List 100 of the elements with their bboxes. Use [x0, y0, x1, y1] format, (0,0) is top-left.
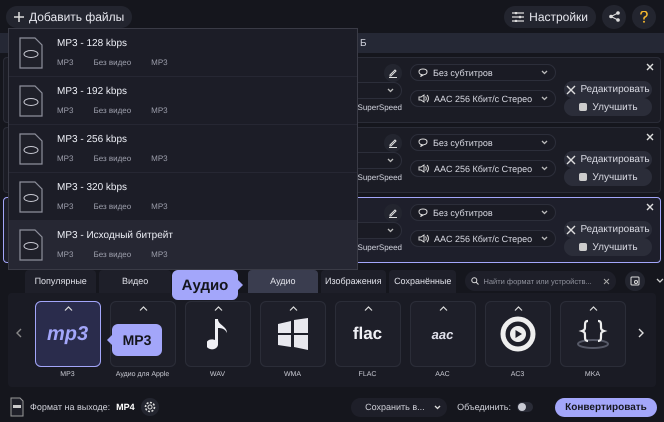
add-files-button[interactable]: Добавить файлы [6, 6, 132, 28]
caret-up-icon [214, 306, 222, 311]
preset-spec: Без видео [93, 250, 132, 259]
format-tab[interactable]: Аудио [248, 270, 318, 292]
chevron-left-icon [16, 328, 22, 338]
clear-icon [603, 278, 610, 284]
preset-spec: Без видео [93, 58, 132, 67]
save-to-select[interactable]: Сохранить в... [351, 398, 448, 416]
rename-button[interactable] [384, 134, 402, 152]
format-tile[interactable] [560, 301, 626, 367]
chevron-down-icon [541, 210, 548, 215]
preset-menu-item[interactable]: MP3 - 256 kbps MP3 Без видео MP3 [9, 125, 357, 173]
chevron-down-icon [387, 228, 394, 233]
chevron-down-icon [541, 70, 548, 75]
settings-button[interactable]: Настройки [504, 6, 596, 28]
chevron-down-icon [541, 236, 548, 241]
close-button[interactable] [644, 201, 656, 213]
close-button[interactable] [644, 131, 656, 143]
rename-button[interactable] [384, 64, 402, 82]
search-icon [471, 277, 480, 285]
file-icon [19, 180, 43, 212]
speech-bubble-icon [418, 138, 428, 147]
format-tile[interactable] [484, 301, 550, 367]
file-icon [19, 228, 43, 260]
format-tile[interactable]: mp3 [34, 301, 100, 367]
subtitles-select[interactable]: Без субтитров [410, 204, 556, 221]
speed-note: SuperSpeed [358, 102, 402, 114]
gear-icon [144, 401, 156, 413]
preset-menu-item[interactable]: MP3 - 128 kbps MP3 Без видео MP3 [9, 29, 357, 77]
braces-icon [576, 318, 610, 350]
device-search-button[interactable] [625, 271, 646, 291]
device-icon [630, 276, 640, 286]
format-tab[interactable]: Сохранённые [389, 270, 456, 292]
question-mark-icon [640, 10, 648, 22]
format-tile[interactable] [184, 301, 250, 367]
caret-up-icon [64, 306, 72, 311]
format-settings-button[interactable] [140, 398, 159, 416]
chevron-down-icon [541, 96, 548, 101]
audio-select[interactable]: AAC 256 Кбит/с Стерео [410, 160, 556, 177]
preset-spec: MP3 [57, 250, 74, 259]
chevron-down-icon [387, 158, 394, 163]
tile-logo: aac [432, 326, 454, 342]
subtitles-select[interactable]: Без субтитров [410, 64, 556, 81]
audio-select[interactable]: AAC 256 Кбит/с Стерео [410, 90, 556, 107]
preset-spec: MP3 [57, 58, 74, 67]
chevron-down-icon [434, 404, 442, 410]
close-icon [646, 203, 654, 211]
speaker-icon [418, 94, 429, 103]
output-format-label: Формат на выходе: [30, 402, 110, 412]
format-tile[interactable]: flac [334, 301, 400, 367]
help-button[interactable] [632, 4, 656, 28]
close-icon [646, 63, 654, 71]
preset-spec: MP3 [151, 250, 168, 259]
tooltip-pointer [238, 280, 243, 290]
preset-spec: Без видео [93, 154, 132, 163]
edit-button[interactable]: Редактировать [564, 80, 652, 98]
preset-menu-item[interactable]: MP3 - 192 kbps MP3 Без видео MP3 [9, 77, 357, 125]
edit-button[interactable]: Редактировать [564, 220, 652, 238]
preset-spec: MP3 [57, 106, 74, 115]
caret-up-icon [288, 306, 298, 311]
preset-menu-item[interactable]: MP3 - Исходный битрейт MP3 Без видео MP3 [9, 221, 357, 269]
preset-spec: MP3 [151, 154, 168, 163]
preset-spec: Без видео [93, 106, 132, 115]
merge-toggle[interactable] [517, 402, 533, 412]
audio-select[interactable]: AAC 256 Кбит/с Стерео [410, 230, 556, 247]
pencil-icon [388, 138, 398, 148]
enhance-button[interactable]: Улучшить [564, 98, 652, 116]
rename-button[interactable] [384, 204, 402, 222]
enhance-button[interactable]: Улучшить [564, 238, 652, 256]
format-tab[interactable]: Популярные [25, 270, 96, 292]
caret-up-icon [588, 306, 598, 311]
preset-spec: MP3 [151, 202, 168, 211]
pencil-icon [388, 208, 398, 218]
edit-button[interactable]: Редактировать [564, 150, 652, 168]
merge-label: Объединить: [457, 402, 511, 412]
chevron-down-icon[interactable] [656, 278, 664, 284]
caret-up-icon [514, 306, 522, 311]
plus-icon [14, 12, 24, 22]
format-tile[interactable]: aac [410, 301, 476, 367]
preset-title: MP3 - 320 kbps [57, 182, 128, 193]
format-tab[interactable]: Видео [99, 270, 171, 292]
preset-spec: Без видео [93, 202, 132, 211]
close-button[interactable] [644, 61, 656, 73]
format-tile[interactable] [260, 301, 326, 367]
preset-spec: MP3 [151, 106, 168, 115]
windows-logo-icon [276, 318, 310, 350]
speaker-icon [418, 164, 429, 173]
close-icon [646, 133, 654, 141]
file-icon [19, 84, 43, 116]
enhance-button[interactable]: Улучшить [564, 168, 652, 186]
caret-up-icon [138, 306, 148, 311]
chevron-down-icon [541, 166, 548, 171]
convert-button[interactable]: Конвертировать [555, 398, 657, 416]
format-tab[interactable]: Изображения [320, 270, 386, 292]
sliders-icon [512, 12, 524, 22]
share-icon [608, 11, 620, 22]
preset-title: MP3 - 128 kbps [57, 38, 128, 49]
output-format-value: MP4 [116, 402, 135, 412]
share-button[interactable] [602, 4, 626, 28]
subtitles-select[interactable]: Без субтитров [410, 134, 556, 151]
